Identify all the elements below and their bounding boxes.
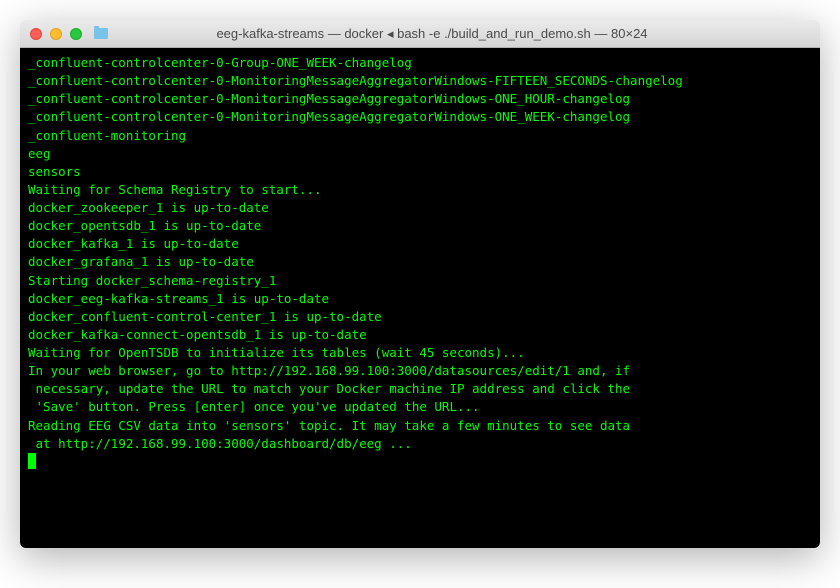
output-line: sensors (28, 163, 812, 181)
output-line: docker_kafka-connect-opentsdb_1 is up-to… (28, 326, 812, 344)
output-line: docker_opentsdb_1 is up-to-date (28, 217, 812, 235)
output-line: docker_kafka_1 is up-to-date (28, 235, 812, 253)
output-line: Reading EEG CSV data into 'sensors' topi… (28, 417, 812, 435)
window-title: eeg-kafka-streams — docker ◂ bash -e ./b… (114, 26, 810, 42)
output-line: Starting docker_schema-registry_1 (28, 272, 812, 290)
output-line: docker_confluent-control-center_1 is up-… (28, 308, 812, 326)
close-button[interactable] (30, 28, 42, 40)
output-line: _confluent-controlcenter-0-MonitoringMes… (28, 108, 812, 126)
terminal-output[interactable]: _confluent-controlcenter-0-Group-ONE_WEE… (20, 48, 820, 548)
terminal-cursor (28, 453, 36, 469)
output-line: _confluent-controlcenter-0-Group-ONE_WEE… (28, 54, 812, 72)
output-line: docker_grafana_1 is up-to-date (28, 253, 812, 271)
minimize-button[interactable] (50, 28, 62, 40)
output-line: eeg (28, 145, 812, 163)
output-line: _confluent-monitoring (28, 127, 812, 145)
folder-icon (94, 28, 108, 39)
window-controls (30, 28, 82, 40)
output-line: docker_eeg-kafka-streams_1 is up-to-date (28, 290, 812, 308)
output-line: at http://192.168.99.100:3000/dashboard/… (28, 435, 812, 453)
terminal-window: eeg-kafka-streams — docker ◂ bash -e ./b… (20, 20, 820, 548)
output-line: _confluent-controlcenter-0-MonitoringMes… (28, 72, 812, 90)
output-line: necessary, update the URL to match your … (28, 380, 812, 398)
titlebar[interactable]: eeg-kafka-streams — docker ◂ bash -e ./b… (20, 20, 820, 48)
output-line: In your web browser, go to http://192.16… (28, 362, 812, 380)
output-line: docker_zookeeper_1 is up-to-date (28, 199, 812, 217)
maximize-button[interactable] (70, 28, 82, 40)
output-line: 'Save' button. Press [enter] once you've… (28, 398, 812, 416)
output-line: _confluent-controlcenter-0-MonitoringMes… (28, 90, 812, 108)
output-line: Waiting for Schema Registry to start... (28, 181, 812, 199)
output-line: Waiting for OpenTSDB to initialize its t… (28, 344, 812, 362)
